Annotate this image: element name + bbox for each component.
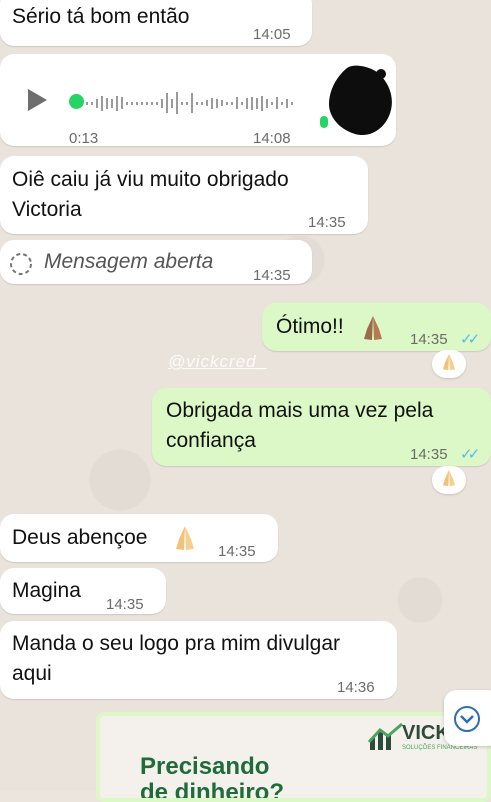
message-text-line1: Oiê caiu já viu muito obrigado xyxy=(12,168,289,191)
message-text-line2: confiança xyxy=(166,429,256,452)
opened-message-indicator[interactable]: Mensagem aberta 14:35 xyxy=(0,240,312,284)
read-ticks-icon: ✓✓ xyxy=(460,446,480,463)
reaction-badge[interactable] xyxy=(432,466,466,494)
progress-dot[interactable] xyxy=(69,94,84,109)
message-time: 14:36 xyxy=(337,679,375,696)
dashed-circle-icon xyxy=(9,252,33,285)
message-incoming[interactable]: Deus abençoe 14:35 xyxy=(0,514,278,562)
avatar[interactable] xyxy=(325,64,395,147)
message-text: Magina xyxy=(12,579,81,602)
image-message[interactable]: Precisando de dinheiro? VICKC SOLUÇÕES F… xyxy=(96,712,491,802)
message-text: Ótimo!! xyxy=(276,315,344,338)
message-incoming[interactable]: Magina 14:35 xyxy=(0,568,166,614)
message-text: Deus abençoe xyxy=(12,526,148,549)
message-time: 14:35 xyxy=(218,543,256,560)
promo-title: Precisando de dinheiro? xyxy=(140,753,284,802)
folded-hands-emoji xyxy=(358,313,388,352)
message-text-line1: Manda o seu logo pra mim divulgar xyxy=(12,632,341,655)
message-time: 14:08 xyxy=(253,130,291,147)
message-time: 14:35 xyxy=(308,214,346,231)
message-time: 14:35 xyxy=(106,596,144,613)
message-text: Sério tá bom então xyxy=(12,5,190,28)
message-text-line1: Obrigada mais uma vez pela xyxy=(166,399,434,422)
chart-logo-icon xyxy=(367,722,404,757)
message-incoming[interactable]: Oiê caiu já viu muito obrigado Victoria … xyxy=(0,156,368,234)
message-text: Mensagem aberta xyxy=(44,250,214,273)
folded-hands-emoji xyxy=(170,523,200,562)
voice-message[interactable]: 0:13 14:08 xyxy=(0,54,396,147)
scroll-down-button[interactable] xyxy=(444,690,491,746)
chevron-down-icon xyxy=(452,704,482,739)
microphone-badge xyxy=(320,116,328,128)
watermark: @vickcred_ xyxy=(168,352,268,371)
message-time: 14:05 xyxy=(253,26,291,43)
message-outgoing[interactable]: Obrigada mais uma vez pela confiança 14:… xyxy=(152,388,491,466)
message-incoming[interactable]: Manda o seu logo pra mim divulgar aqui 1… xyxy=(0,621,397,699)
waveform xyxy=(86,92,293,114)
reaction-badge[interactable] xyxy=(432,350,466,378)
message-outgoing[interactable]: Ótimo!! 14:35 ✓✓ xyxy=(262,303,491,351)
message-text-line2: aqui xyxy=(12,662,52,685)
message-text-line2: Victoria xyxy=(12,198,82,221)
play-icon[interactable] xyxy=(26,88,48,121)
folded-hands-emoji xyxy=(439,468,459,493)
message-time: 14:35 xyxy=(253,267,291,284)
voice-duration: 0:13 xyxy=(69,130,99,147)
read-ticks-icon: ✓✓ xyxy=(460,331,480,348)
folded-hands-emoji xyxy=(439,352,459,377)
message-incoming[interactable]: Sério tá bom então 14:05 xyxy=(0,0,312,46)
